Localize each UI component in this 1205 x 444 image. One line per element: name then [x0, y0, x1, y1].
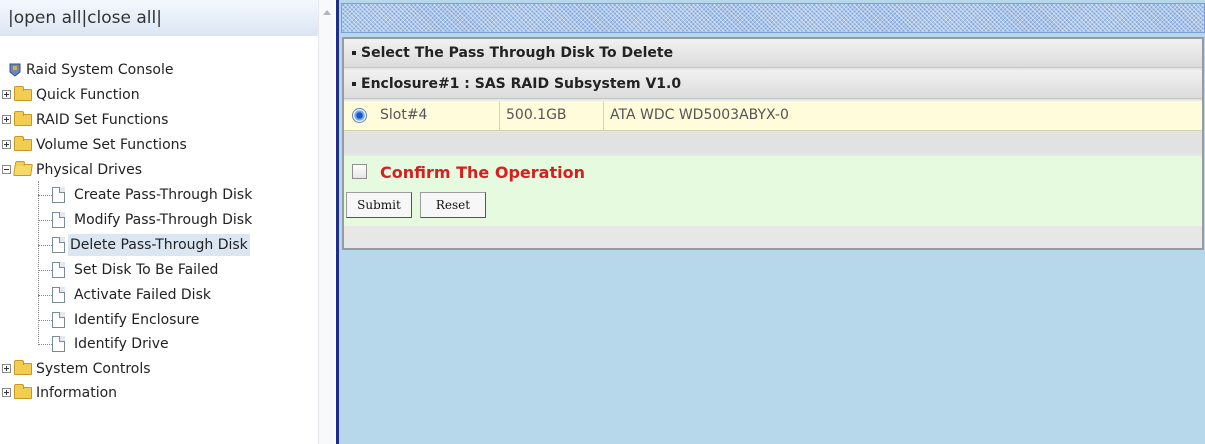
tree-connector: [38, 295, 52, 296]
open-folder-icon: [13, 164, 33, 176]
page-icon: [52, 187, 65, 203]
page-icon: [52, 287, 65, 303]
confirm-label: Confirm The Operation: [380, 163, 585, 182]
page-icon: [52, 312, 65, 328]
expand-plus-icon[interactable]: [2, 90, 11, 99]
tree-item-label: Physical Drives: [36, 162, 143, 178]
expand-plus-icon[interactable]: [2, 364, 11, 373]
bullet-icon: [352, 82, 356, 86]
expand-plus-icon[interactable]: [2, 140, 11, 149]
open-close-links: |open all|close all|: [8, 8, 162, 28]
tree-item-volume-set-functions[interactable]: Volume Set Functions: [0, 134, 300, 156]
confirm-area: Confirm The Operation Submit Reset: [344, 156, 1202, 226]
enclosure-header: Enclosure#1 : SAS RAID Subsystem V1.0: [344, 70, 1202, 99]
tree-item-information[interactable]: Information: [0, 382, 300, 404]
tree-item-label: Set Disk To Be Failed: [74, 262, 219, 278]
collapse-minus-icon[interactable]: [2, 165, 11, 174]
tree-connector: [38, 220, 52, 221]
tree-item-set-disk-to-be-failed[interactable]: Set Disk To Be Failed: [0, 259, 300, 281]
section-title: Select The Pass Through Disk To Delete: [361, 45, 674, 61]
close-all-link[interactable]: close all: [87, 8, 156, 28]
tree-connector: [38, 270, 52, 271]
tree-item-raid-set-functions[interactable]: RAID Set Functions: [0, 109, 300, 131]
folder-icon: [14, 86, 32, 101]
tree-item-label: Modify Pass-Through Disk: [74, 212, 253, 228]
confirm-checkbox[interactable]: [352, 164, 367, 179]
tree-item-modify-pass-through-disk[interactable]: Modify Pass-Through Disk: [0, 209, 300, 231]
open-all-link[interactable]: open all: [14, 8, 82, 28]
tree-root-label: Raid System Console: [26, 62, 174, 78]
reset-button[interactable]: Reset: [420, 192, 486, 218]
nav-scrollbar[interactable]: [318, 0, 334, 444]
tree-item-label: Identify Drive: [74, 336, 169, 352]
tree-item-identify-enclosure[interactable]: Identify Enclosure: [0, 309, 300, 331]
tree-item-label: Quick Function: [36, 87, 140, 103]
tree-item-quick-function[interactable]: Quick Function: [0, 84, 300, 106]
folder-icon: [14, 384, 32, 399]
header-pattern-bar: [341, 3, 1205, 33]
enclosure-title: Enclosure#1 : SAS RAID Subsystem V1.0: [361, 76, 682, 92]
disk-model: ATA WDC WD5003ABYX-0: [610, 107, 789, 123]
tree-item-label: Identify Enclosure: [74, 312, 200, 328]
tree-connector: [38, 195, 52, 196]
tree-item-system-controls[interactable]: System Controls: [0, 358, 300, 380]
tree-item-label: Volume Set Functions: [36, 137, 187, 153]
page-icon: [52, 212, 65, 228]
link-separator: |: [156, 8, 162, 28]
tree-item-identify-drive[interactable]: Identify Drive: [0, 333, 300, 355]
page-icon: [52, 336, 65, 352]
disk-row[interactable]: Slot#4 500.1GB ATA WDC WD5003ABYX-0: [344, 101, 1202, 131]
tree-item-label: Information: [36, 385, 118, 401]
page-icon: [52, 237, 65, 253]
scroll-up-arrow-icon[interactable]: [323, 10, 331, 15]
folder-icon: [14, 136, 32, 151]
raid-console-icon: [9, 63, 21, 77]
expand-plus-icon[interactable]: [2, 388, 11, 397]
tree-item-label: System Controls: [36, 361, 151, 377]
tree-connector: [38, 320, 52, 321]
disk-capacity: 500.1GB: [500, 101, 604, 130]
folder-icon: [14, 111, 32, 126]
tree-root[interactable]: Raid System Console: [0, 59, 300, 81]
tree-item-physical-drives[interactable]: Physical Drives: [0, 159, 300, 181]
page-icon: [52, 262, 65, 278]
section-header: Select The Pass Through Disk To Delete: [344, 39, 1202, 68]
folder-icon: [14, 360, 32, 375]
disk-select-radio[interactable]: [352, 108, 367, 123]
tree-item-label: Create Pass-Through Disk: [74, 187, 253, 203]
tree-connector: [38, 344, 52, 345]
bullet-icon: [352, 51, 356, 55]
tree-item-label: Activate Failed Disk: [74, 287, 211, 303]
expand-plus-icon[interactable]: [2, 115, 11, 124]
tree-toolbar: |open all|close all|: [0, 0, 318, 36]
tree-connector: [38, 245, 52, 246]
tree-item-activate-failed-disk[interactable]: Activate Failed Disk: [0, 284, 300, 306]
navigation-frame: |open all|close all| Raid System Console…: [0, 0, 334, 444]
spacer-row: [344, 132, 1202, 154]
delete-pass-through-panel: Select The Pass Through Disk To Delete E…: [342, 37, 1204, 250]
tree-item-create-pass-through-disk[interactable]: Create Pass-Through Disk: [0, 184, 300, 206]
submit-button[interactable]: Submit: [346, 192, 412, 218]
tree-item-label: Delete Pass-Through Disk: [68, 234, 250, 256]
tree-item-delete-pass-through-disk[interactable]: Delete Pass-Through Disk: [0, 234, 300, 256]
content-frame: Select The Pass Through Disk To Delete E…: [336, 0, 1205, 444]
disk-slot: Slot#4: [374, 101, 500, 130]
tree-item-label: RAID Set Functions: [36, 112, 169, 128]
